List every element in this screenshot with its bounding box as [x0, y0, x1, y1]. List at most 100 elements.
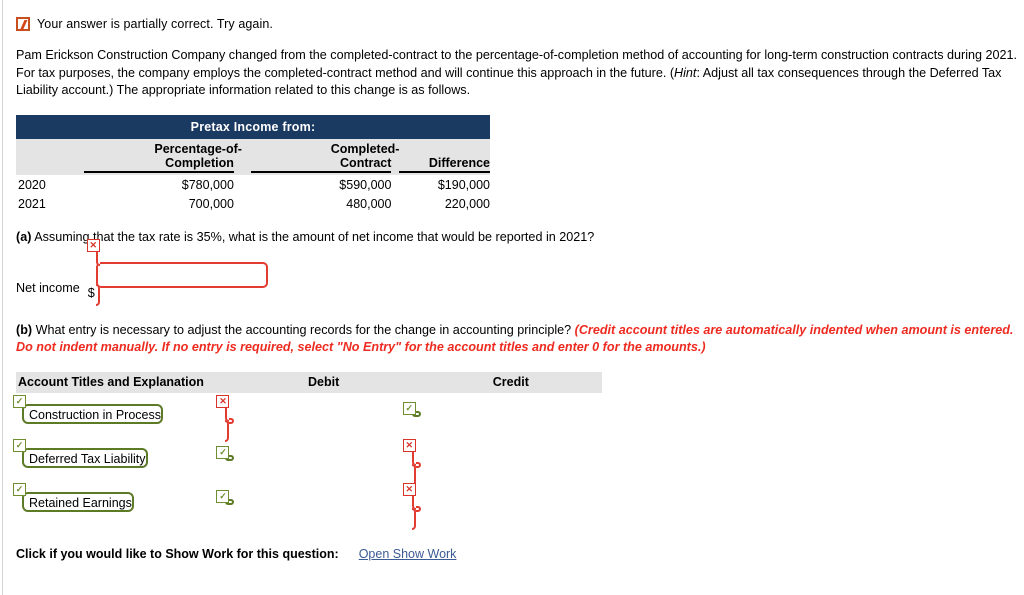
pretax-header-completed-contract: Completed- Contract — [250, 138, 400, 175]
pretax-header-percentage-of-completion: Percentage-of- Completion — [83, 138, 242, 175]
journal-row-2-credit-cell: ✕ — [402, 482, 602, 530]
journal-header-credit: Credit — [492, 375, 529, 389]
pretax-row-0-cc: $590,000 — [250, 174, 400, 194]
status-message: Your answer is partially correct. Try ag… — [37, 17, 273, 31]
journal-row-1-debit-wrapper: ✓ — [216, 445, 235, 461]
journal-row-0-debit-wrapper: ✕ — [216, 394, 235, 442]
incorrect-badge-icon: ✕ — [86, 238, 100, 252]
journal-row-2-credit-input[interactable] — [411, 505, 421, 512]
pretax-row-1-year: 2021 — [16, 193, 84, 213]
pretax-row-1-cc: 480,000 — [250, 193, 400, 213]
part-a-text: Assuming that the tax rate is 35%, what … — [31, 229, 595, 244]
journal-row-1-credit-value — [414, 464, 419, 466]
pretax-income-table: Pretax Income from: Percentage-of- Compl… — [16, 114, 490, 213]
part-a-marker: (a) — [16, 229, 32, 244]
table-row: 2020 $780,000 $590,000 $190,000 — [16, 174, 490, 194]
table-row: ✓ Construction in Process ✕ ✓ — [13, 393, 602, 442]
pretax-header-gap — [241, 138, 251, 175]
journal-row-2-account-ring: Retained Earnings — [22, 491, 134, 512]
journal-row-1-account-ring: Deferred Tax Liability — [22, 447, 148, 468]
correct-badge-icon: ✓ — [13, 438, 26, 452]
journal-row-0-account-value: Construction in Process — [29, 407, 162, 422]
journal-row-1-account-cell: ✓ Deferred Tax Liability — [13, 438, 212, 469]
pretax-row-0-gap — [241, 174, 251, 194]
correct-badge-icon: ✓ — [216, 489, 230, 503]
journal-row-1-credit-input[interactable] — [411, 461, 421, 468]
journal-row-0-debit-cell: ✕ — [216, 394, 411, 442]
incorrect-badge-icon: ✕ — [402, 438, 416, 452]
pretax-band-row: Pretax Income from: — [16, 114, 490, 139]
incorrect-badge-icon: ✕ — [402, 482, 416, 496]
net-income-input[interactable] — [95, 261, 268, 288]
journal-row-1-debit-cell: ✓ — [216, 445, 411, 462]
intro-hint-word: Hint — [674, 65, 697, 80]
table-row: ✓ Deferred Tax Liability ✓ ✕ — [13, 437, 602, 486]
table-row: ✓ Retained Earnings ✓ ✕ — [13, 481, 602, 530]
journal-row-2-debit-wrapper: ✓ — [216, 489, 235, 505]
journal-row-0-credit-cell: ✓ — [402, 401, 602, 418]
pretax-row-1-poc: 700,000 — [83, 193, 242, 213]
table-row: 2021 700,000 480,000 220,000 — [16, 193, 490, 213]
correct-badge-icon: ✓ — [13, 394, 26, 408]
status-banner: Your answer is partially correct. Try ag… — [16, 0, 1024, 31]
journal-row-2-account-cell: ✓ Retained Earnings — [13, 482, 212, 513]
journal-row-0-debit-value — [227, 420, 232, 422]
journal-row-2-debit-cell: ✓ — [216, 489, 411, 506]
open-show-work-link[interactable]: Open Show Work — [359, 547, 457, 561]
pretax-row-0-poc: $780,000 — [83, 174, 242, 194]
part-b-text: What entry is necessary to adjust the ac… — [32, 322, 575, 337]
pretax-row-0-year: 2020 — [16, 174, 84, 194]
question-intro: Pam Erickson Construction Company change… — [16, 47, 1022, 100]
journal-entry-table: Account Titles and Explanation Debit Cre… — [13, 371, 602, 530]
pretax-header-year — [16, 138, 84, 175]
journal-row-0-account-ring: Construction in Process — [22, 403, 164, 424]
part-a-question: (a) Assuming that the tax rate is 35%, w… — [16, 230, 1024, 244]
part-b-marker: (b) — [16, 322, 33, 337]
cc-line-2: Contract — [250, 156, 392, 173]
journal-row-2-account-wrapper: ✓ Retained Earnings — [13, 482, 134, 512]
part-b-question: (b) What entry is necessary to adjust th… — [16, 322, 1022, 357]
correct-badge-icon: ✓ — [216, 445, 230, 459]
net-income-field-wrapper: ✕ — [86, 238, 268, 306]
dollar-sign: $ — [87, 285, 95, 300]
journal-row-0-credit-wrapper: ✓ — [402, 401, 421, 417]
net-income-ring — [95, 243, 268, 306]
poc-line-1: Percentage-of- — [154, 141, 242, 156]
journal-row-1-account-input[interactable]: Deferred Tax Liability — [22, 447, 148, 468]
pretax-row-1-gap — [241, 193, 251, 213]
journal-header-row: Account Titles and Explanation Debit Cre… — [16, 371, 602, 393]
journal-row-2-account-input[interactable]: Retained Earnings — [22, 491, 134, 512]
journal-row-0-account-wrapper: ✓ Construction in Process — [13, 394, 164, 424]
partial-credit-icon — [16, 17, 30, 31]
pretax-subheader-row: Percentage-of- Completion Completed- Con… — [16, 138, 490, 175]
poc-line-2: Completion — [83, 156, 234, 173]
net-income-label: Net income — [16, 280, 80, 295]
journal-row-1-credit-wrapper: ✕ — [402, 438, 421, 486]
pretax-header-difference: Difference — [399, 138, 490, 175]
net-income-row: Net income $ ✕ — [16, 238, 1024, 306]
cc-line-1: Completed- — [330, 141, 400, 156]
net-income-value — [98, 264, 266, 266]
journal-row-2-credit-wrapper: ✕ — [402, 482, 421, 530]
page-left-rule — [2, 0, 3, 595]
pretax-row-1-diff: 220,000 — [399, 193, 490, 213]
correct-badge-icon: ✓ — [402, 401, 416, 415]
journal-row-1-account-value: Deferred Tax Liability — [29, 451, 146, 466]
journal-row-0-debit-input[interactable] — [225, 417, 235, 424]
show-work-label: Click if you would like to Show Work for… — [16, 546, 339, 561]
journal-row-2-account-value: Retained Earnings — [29, 495, 132, 510]
journal-row-1-credit-cell: ✕ — [402, 438, 602, 486]
correct-badge-icon: ✓ — [13, 482, 26, 496]
journal-row-0-account-input[interactable]: Construction in Process — [22, 403, 164, 424]
journal-header-debit: Debit — [308, 375, 340, 389]
difference-label: Difference — [399, 156, 490, 173]
show-work-row: Click if you would like to Show Work for… — [16, 547, 1024, 561]
incorrect-badge-icon: ✕ — [216, 394, 230, 408]
journal-row-1-account-wrapper: ✓ Deferred Tax Liability — [13, 438, 148, 468]
journal-header-account: Account Titles and Explanation — [18, 375, 204, 389]
pretax-band-title: Pretax Income from: — [16, 114, 490, 139]
question-content: Your answer is partially correct. Try ag… — [13, 0, 1024, 561]
pretax-row-0-diff: $190,000 — [399, 174, 490, 194]
journal-row-0-account-cell: ✓ Construction in Process — [13, 394, 212, 425]
journal-row-2-credit-value — [414, 508, 419, 510]
